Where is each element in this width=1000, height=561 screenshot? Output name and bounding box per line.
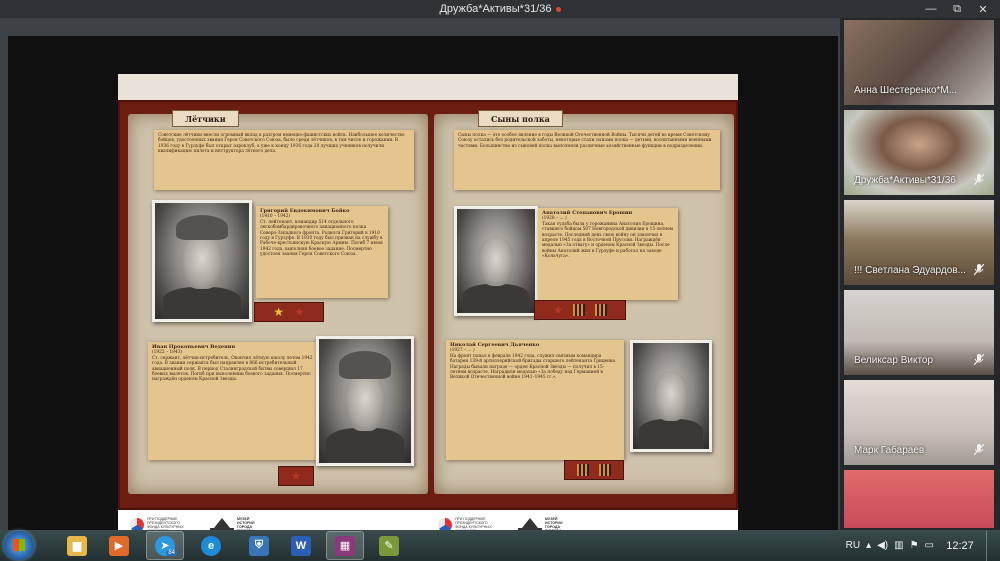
museum-logo-icon (210, 518, 234, 530)
taskbar-app-winrar[interactable]: ▦ (326, 531, 364, 560)
window-title: Дружба*Активы*31/36 (439, 3, 552, 15)
flag-icon[interactable]: ⚑ (910, 540, 919, 551)
red-star-icon: ★ (294, 305, 305, 319)
intro-text-sons: Сыны полка — это особое явление в годы В… (458, 133, 712, 149)
edge-icon: e (201, 535, 221, 556)
participant-tile[interactable]: Дружба*Активы*31/36 (844, 110, 994, 195)
mic-muted-icon (973, 173, 985, 186)
participant-name: Дружба*Активы*31/36 (854, 175, 956, 186)
participant-name: !!! Светлана Эдуардов... (854, 265, 966, 276)
participant-tile[interactable] (844, 470, 994, 528)
participants-panel: Анна Шестеренко*М... Дружба*Активы*31/36… (840, 18, 1000, 530)
presentation-slide: Лётчики Советские лётчики внесли огромны… (118, 74, 738, 538)
ribbon-icon (595, 304, 608, 316)
medals-vedenin: ★ (278, 466, 314, 486)
red-star-icon: ★ (290, 469, 302, 483)
bio-note-eroshin: Анатолий Степанович Ерошин (1928 – ... )… (538, 208, 678, 300)
medals-eroshin: ★ (534, 300, 626, 320)
hero-bio: Ст. лейтенант, командир 514 отдельного л… (260, 219, 383, 258)
hero-bio: На фронт попал в феврале 1942 года, служ… (450, 353, 617, 381)
archive-icon: ▦ (335, 535, 355, 556)
page-tab-pilots: Лётчики (172, 110, 239, 127)
bio-note-boyko: Григорий Евдокимович Бойко (1910 – 1942)… (256, 206, 388, 298)
participant-tile[interactable]: Великсар Виктор (844, 290, 994, 375)
clock[interactable]: 12:27 (940, 540, 980, 552)
participant-tile[interactable]: Марк Габараев (844, 380, 994, 465)
minimize-button[interactable]: — (918, 0, 944, 18)
network-icon[interactable]: ▥ (894, 540, 903, 551)
start-button[interactable] (4, 531, 34, 560)
gold-star-icon: ★ (273, 305, 284, 319)
window-controls: — ⧉ ✕ (918, 0, 996, 18)
museum-logo-icon (518, 518, 542, 530)
intro-text-pilots: Советские лётчики внесли огромный вклад … (158, 133, 405, 155)
medals-dyachenko (564, 460, 624, 480)
intro-note-sons: Сыны полка — это особое явление в годы В… (454, 130, 720, 190)
page-pilots: Лётчики Советские лётчики внесли огромны… (128, 110, 428, 494)
participant-tile[interactable]: !!! Светлана Эдуардов... (844, 200, 994, 285)
hero-bio: Такая судьба была у горожанина Анатолия … (542, 221, 673, 260)
ribbon-icon (599, 464, 611, 476)
taskbar-app-edge[interactable]: e (192, 531, 230, 560)
taskbar-app-telegram[interactable]: ➤ 84 (146, 531, 184, 560)
participant-tile[interactable]: Анна Шестеренко*М... (844, 20, 994, 105)
participant-name: Марк Габараев (854, 445, 925, 456)
portrait-photo-dyachenko (630, 340, 712, 452)
chevron-up-icon[interactable]: ▴ (866, 540, 871, 551)
mic-muted-icon (973, 263, 985, 276)
poster: Лётчики Советские лётчики внесли огромны… (118, 100, 738, 510)
battery-icon[interactable]: ▭ (925, 540, 934, 551)
participant-name: Великсар Виктор (854, 355, 934, 366)
bio-note-vedenin: Иван Прокопьевич Веденин (1922 – 1943) С… (148, 342, 318, 460)
window-titlebar: Дружба*Активы*31/36 — ⧉ ✕ (0, 0, 1000, 18)
language-indicator[interactable]: RU (846, 540, 860, 551)
taskbar-app-paint[interactable]: ✎ (370, 531, 408, 560)
windows-taskbar: ▆ ▶ ➤ 84 e ⛨ W ▦ ✎ RU ▴ ◀) ▥ ⚑ ▭ 12:27 (0, 530, 1000, 561)
hero-bio: Ст. сержант, лётчик-истребитель. Окончил… (152, 355, 313, 383)
system-tray: RU ▴ ◀) ▥ ⚑ ▭ 12:27 (846, 530, 1000, 561)
meeting-stage: Лётчики Советские лётчики внесли огромны… (0, 18, 840, 539)
close-button[interactable]: ✕ (970, 0, 996, 18)
paint-icon: ✎ (379, 535, 399, 556)
portrait-photo-vedenin (316, 336, 414, 466)
unread-badge: 84 (166, 550, 177, 556)
folder-icon: ▆ (67, 535, 87, 556)
participant-name: Анна Шестеренко*М... (854, 85, 958, 96)
portrait-photo-eroshin (454, 206, 538, 316)
taskbar-app-media[interactable]: ▶ (100, 531, 138, 560)
recording-dot (555, 6, 561, 12)
volume-icon[interactable]: ◀) (877, 540, 888, 551)
medals-boyko: ★ ★ (254, 302, 324, 322)
show-desktop-button[interactable] (986, 530, 994, 561)
page-tab-sons: Сыны полка (478, 110, 563, 127)
taskbar-app-defender[interactable]: ⛨ (240, 531, 278, 560)
bio-note-dyachenko: Николай Сергеевич Дьяченко (1927 – ... )… (446, 340, 624, 460)
shield-icon: ⛨ (249, 535, 269, 556)
shared-screen: Лётчики Советские лётчики внесли огромны… (8, 36, 838, 539)
ribbon-icon (573, 304, 586, 316)
restore-button[interactable]: ⧉ (944, 0, 970, 18)
participant-video (844, 470, 994, 528)
taskbar-app-word[interactable]: W (282, 531, 320, 560)
ribbon-icon (577, 464, 589, 476)
taskbar-app-explorer[interactable]: ▆ (58, 531, 96, 560)
red-star-icon: ★ (552, 303, 564, 317)
intro-note-pilots: Советские лётчики внесли огромный вклад … (154, 130, 414, 190)
mic-muted-icon (973, 353, 985, 366)
mic-muted-icon (973, 443, 985, 456)
page-sons-of-regiment: Сыны полка Сыны полка — это особое явлен… (434, 110, 734, 494)
media-player-icon: ▶ (109, 535, 129, 556)
portrait-photo-boyko (152, 200, 252, 322)
word-icon: W (291, 535, 311, 556)
